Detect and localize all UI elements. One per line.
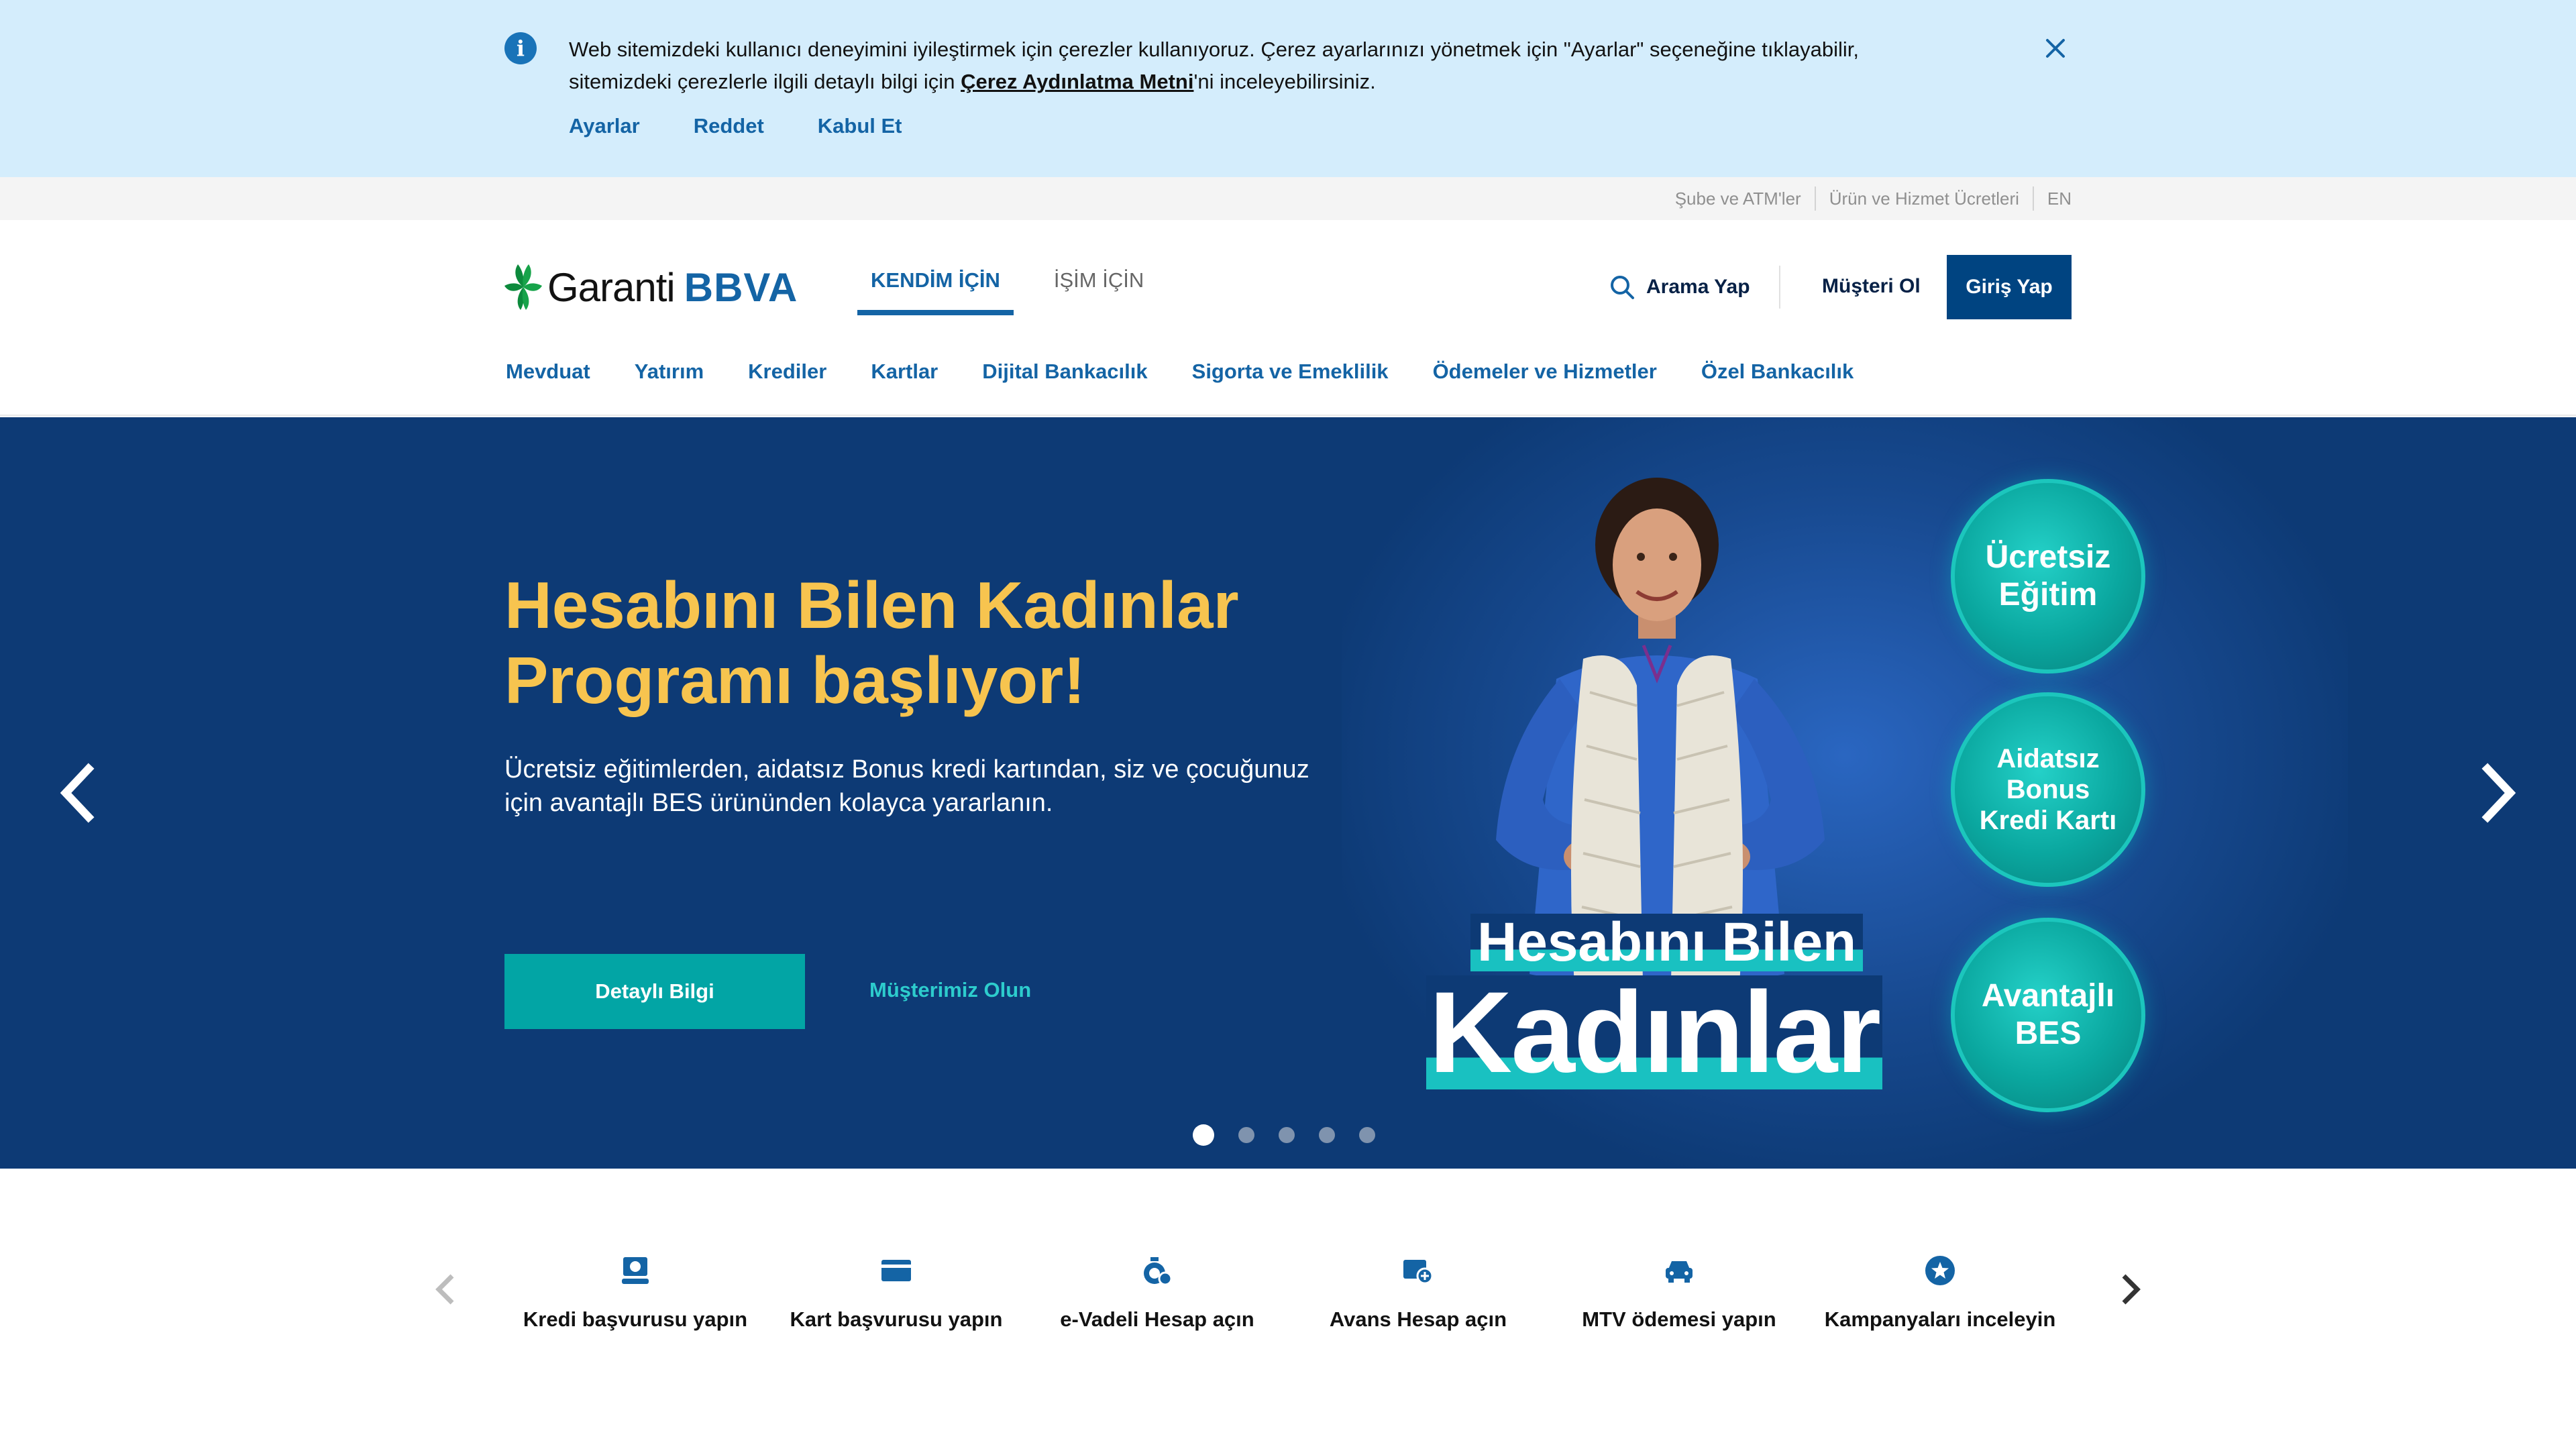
nav-item-sigorta-emeklilik[interactable]: Sigorta ve Emeklilik (1192, 360, 1389, 384)
deposit-icon (1144, 1257, 1173, 1286)
cookie-message: Web sitemizdeki kullanıcı deneyimini iyi… (569, 34, 1951, 98)
cookie-reject-button[interactable]: Reddet (694, 114, 764, 138)
language-link[interactable]: EN (2032, 186, 2072, 211)
carousel-next-arrow-icon[interactable] (2478, 759, 2521, 826)
hero-image-title-line2: Kadınlar (1426, 975, 1883, 1090)
header-divider (1779, 266, 1780, 309)
carousel-dots (1193, 1124, 1375, 1146)
nav-item-dijital-bankacilik[interactable]: Dijital Bankacılık (982, 360, 1147, 384)
cookie-accept-button[interactable]: Kabul Et (818, 114, 902, 138)
badge-no-fee-card: Aidatsız Bonus Kredi Kartı (1951, 692, 2145, 887)
nav-item-odemeler-hizmetler[interactable]: Ödemeler ve Hizmetler (1433, 360, 1657, 384)
hero-title-line1: Hesabını Bilen Kadınlar (504, 568, 1239, 642)
hero-carousel: Hesabını Bilen Kadınlar Programı başlıyo… (0, 417, 2576, 1169)
quick-action-card[interactable]: Kart başvurusu yapın (775, 1254, 1017, 1332)
hero-image-title-line1: Hesabını Bilen (1470, 914, 1864, 971)
cookie-actions: Ayarlar Reddet Kabul Et (569, 114, 902, 138)
login-button[interactable]: Giriş Yap (1947, 255, 2072, 319)
badge-free-education: Ücretsiz Eğitim (1951, 479, 2145, 674)
advance-account-icon (1403, 1260, 1434, 1285)
badge-bes: Avantajlı BES (1951, 918, 2145, 1112)
carousel-dot[interactable] (1359, 1127, 1375, 1143)
details-button[interactable]: Detaylı Bilgi (504, 954, 805, 1029)
clover-logo-icon (504, 264, 542, 310)
nav-item-kartlar[interactable]: Kartlar (871, 360, 938, 384)
car-icon (1666, 1261, 1693, 1283)
quick-action-label: MTV ödemesi yapın (1582, 1307, 1776, 1331)
close-icon[interactable] (2042, 35, 2069, 62)
hero-title: Hesabını Bilen Kadınlar Programı başlıyo… (504, 568, 1377, 718)
nav-item-ozel-bankacilik[interactable]: Özel Bankacılık (1701, 360, 1854, 384)
nav-item-krediler[interactable]: Krediler (748, 360, 826, 384)
utility-bar: Şube ve ATM'ler Ürün ve Hizmet Ücretleri… (0, 177, 2576, 220)
quick-action-advance-account[interactable]: Avans Hesap açın (1297, 1254, 1539, 1332)
tab-business[interactable]: İŞİM İÇİN (1040, 268, 1157, 315)
star-icon (1925, 1256, 1955, 1285)
become-customer-link[interactable]: Müşteri Ol (1822, 275, 1921, 298)
logo-text-bbva: BBVA (684, 264, 798, 310)
tab-personal[interactable]: KENDİM İÇİN (857, 268, 1014, 315)
quick-action-deposit[interactable]: e-Vadeli Hesap açın (1036, 1254, 1278, 1332)
hero-image-title: Hesabını Bilen Kadınlar (1426, 914, 1936, 1090)
quick-actions: Kredi başvurusu yapın Kart başvurusu yap… (0, 1169, 2576, 1449)
hero-title-line2: Programı başlıyor! (504, 643, 1085, 717)
quick-prev-arrow-icon[interactable] (432, 1269, 459, 1309)
cookie-policy-link[interactable]: Çerez Aydınlatma Metni (961, 70, 1193, 93)
cookie-settings-button[interactable]: Ayarlar (569, 114, 640, 138)
cookie-text-line2-end: 'ni inceleyebilirsiniz. (1193, 70, 1376, 93)
quick-action-label: e-Vadeli Hesap açın (1060, 1307, 1254, 1331)
quick-action-mtv[interactable]: MTV ödemesi yapın (1558, 1254, 1800, 1332)
quick-action-label: Avans Hesap açın (1329, 1307, 1507, 1331)
quick-action-label: Kart başvurusu yapın (790, 1307, 1003, 1331)
carousel-dot[interactable] (1238, 1127, 1254, 1143)
carousel-dot[interactable] (1279, 1127, 1295, 1143)
become-customer-hero-link[interactable]: Müşterimiz Olun (869, 978, 1031, 1002)
nav-item-mevduat[interactable]: Mevduat (506, 360, 590, 384)
brand-logo[interactable]: Garanti BBVA (504, 260, 798, 314)
loan-icon (622, 1257, 649, 1284)
quick-action-loan[interactable]: Kredi başvurusu yapın (515, 1254, 756, 1332)
audience-tabs: KENDİM İÇİN İŞİM İÇİN (857, 268, 1184, 315)
card-icon (881, 1260, 911, 1281)
main-navigation: Mevduat Yatırım Krediler Kartlar Dijital… (506, 360, 1898, 384)
carousel-prev-arrow-icon[interactable] (55, 759, 98, 826)
cookie-text-line1: Web sitemizdeki kullanıcı deneyimini iyi… (569, 38, 1859, 61)
hero-subtitle-line2: için avantajlı BES ürününden kolayca yar… (504, 789, 1053, 817)
site-header: Garanti BBVA KENDİM İÇİN İŞİM İÇİN Arama… (0, 220, 2576, 416)
search-button[interactable]: Arama Yap (1609, 274, 1750, 301)
hero-subtitle: Ücretsiz eğitimlerden, aidatsız Bonus kr… (504, 753, 1377, 820)
cookie-text-line2: sitemizdeki çerezlerle ilgili detaylı bi… (569, 70, 961, 93)
nav-item-yatirim[interactable]: Yatırım (635, 360, 704, 384)
carousel-dot[interactable] (1193, 1124, 1214, 1146)
branch-atm-link[interactable]: Şube ve ATM'ler (1662, 186, 1815, 211)
cookie-banner: i Web sitemizdeki kullanıcı deneyimini i… (0, 0, 2576, 177)
quick-next-arrow-icon[interactable] (2117, 1269, 2144, 1309)
quick-action-label: Kampanyaları inceleyin (1824, 1307, 2056, 1331)
search-label: Arama Yap (1646, 276, 1750, 298)
carousel-dot[interactable] (1319, 1127, 1335, 1143)
fees-link[interactable]: Ürün ve Hizmet Ücretleri (1814, 186, 2033, 211)
quick-action-label: Kredi başvurusu yapın (523, 1307, 748, 1331)
quick-action-campaigns[interactable]: Kampanyaları inceleyin (1819, 1254, 2061, 1332)
hero-subtitle-line1: Ücretsiz eğitimlerden, aidatsız Bonus kr… (504, 755, 1309, 784)
info-icon: i (504, 32, 537, 64)
logo-text-garanti: Garanti (547, 264, 676, 310)
search-icon (1611, 276, 1634, 299)
